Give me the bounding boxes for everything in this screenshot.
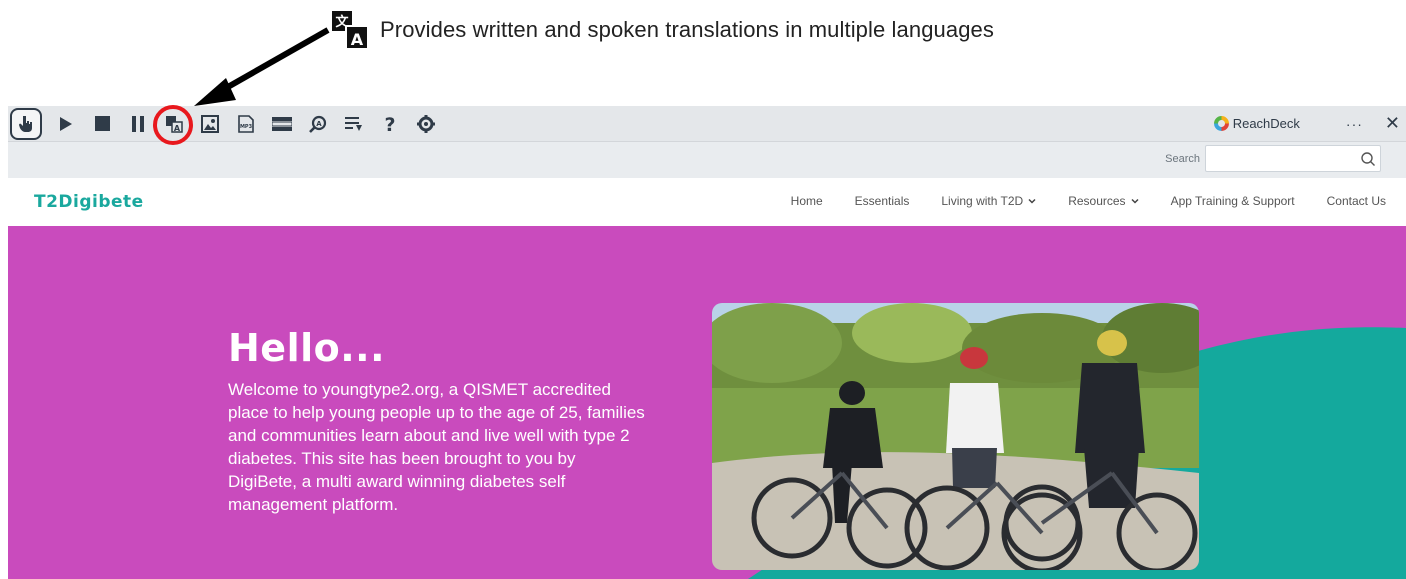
- cyclists-image: [712, 303, 1199, 570]
- chevron-down-icon: [1028, 198, 1036, 204]
- nav-item-label: Living with T2D: [941, 194, 1024, 208]
- nav-item-essentials[interactable]: Essentials: [855, 194, 910, 208]
- hero-photo: [712, 303, 1199, 570]
- play-icon[interactable]: [48, 106, 84, 142]
- nav-item-living-with-t2d[interactable]: Living with T2D: [941, 194, 1036, 208]
- close-icon[interactable]: ✕: [1385, 113, 1400, 134]
- reachdeck-toolbar: A MP3 A ? ReachDeck ··· ✕: [8, 106, 1406, 142]
- nav-item-label: Home: [790, 194, 823, 208]
- reachdeck-brand: ReachDeck: [1213, 116, 1300, 131]
- search-icon[interactable]: [1360, 151, 1376, 167]
- site-header: T2Digibete Home Essentials Living with T…: [8, 178, 1406, 226]
- screen-mask-icon[interactable]: [264, 106, 300, 142]
- settings-icon[interactable]: [408, 106, 444, 142]
- svg-text:MP3: MP3: [240, 124, 253, 130]
- nav-item-resources[interactable]: Resources: [1068, 194, 1139, 208]
- picture-dictionary-icon[interactable]: [192, 106, 228, 142]
- svg-text:?: ?: [384, 115, 395, 133]
- nav-item-label: Essentials: [854, 194, 910, 208]
- more-options-icon[interactable]: ···: [1346, 116, 1363, 132]
- simplify-icon[interactable]: [336, 106, 372, 142]
- pointer-hand-icon[interactable]: [10, 107, 42, 140]
- callout-text: Provides written and spoken translations…: [380, 17, 994, 42]
- nav-item-home[interactable]: Home: [791, 194, 823, 208]
- screenshot-stage: 文 A Provides written and spoken translat…: [0, 0, 1406, 579]
- nav-item-label: Contact Us: [1326, 194, 1386, 208]
- svg-text:A: A: [316, 120, 322, 128]
- main-nav: Home Essentials Living with T2D Resource…: [759, 194, 1386, 208]
- site-logo[interactable]: T2Digibete: [34, 192, 144, 212]
- pause-icon[interactable]: [120, 106, 156, 142]
- hero-title: Hello...: [228, 326, 386, 370]
- nav-item-label: App Training & Support: [1170, 194, 1295, 208]
- reachdeck-logo-icon: [1213, 116, 1229, 131]
- help-icon[interactable]: ?: [372, 106, 408, 142]
- mp3-icon[interactable]: MP3: [228, 106, 264, 142]
- hero-section: Hello... Welcome to youngtype2.org, a QI…: [8, 226, 1406, 579]
- highlight-ring: [153, 105, 193, 145]
- translate-callout: 文 A Provides written and spoken translat…: [330, 8, 994, 52]
- search-label: Search: [1165, 153, 1200, 165]
- stop-icon[interactable]: [84, 106, 120, 142]
- reachdeck-brand-label: ReachDeck: [1232, 116, 1300, 131]
- chevron-down-icon: [1131, 198, 1139, 204]
- search-input[interactable]: [1205, 145, 1381, 172]
- hero-body-text: Welcome to youngtype2.org, a QISMET accr…: [228, 380, 645, 514]
- search-bar: Search: [8, 142, 1406, 178]
- magnifier-icon[interactable]: A: [300, 106, 336, 142]
- nav-item-app-training-support[interactable]: App Training & Support: [1171, 194, 1295, 208]
- nav-item-contact-us[interactable]: Contact Us: [1327, 194, 1386, 208]
- nav-item-label: Resources: [1068, 194, 1126, 208]
